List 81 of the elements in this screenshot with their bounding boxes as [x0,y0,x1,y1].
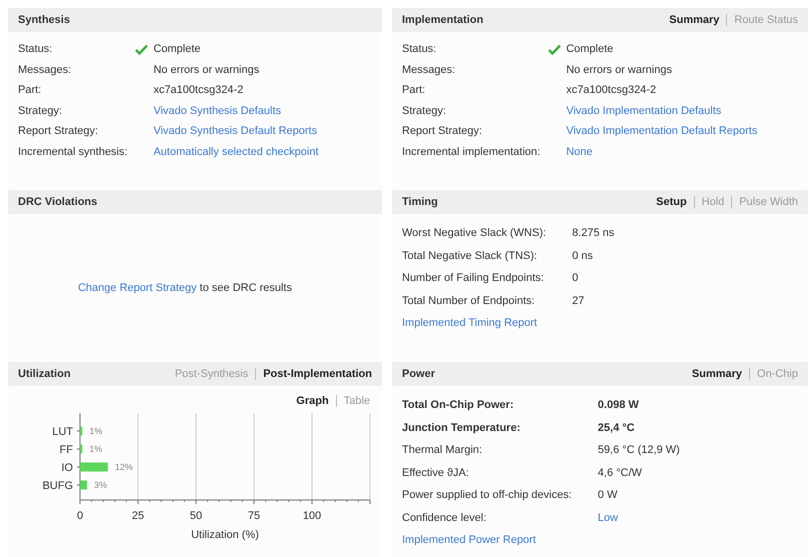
field-label: Power supplied to off-chip devices: [402,488,572,503]
category-label: LUT [52,426,73,438]
field-label: Status: [18,42,54,57]
tab[interactable]: Post-Synthesis [168,368,256,380]
category-label: BUFG [42,480,73,492]
field-label: Strategy: [18,104,64,118]
field-value: No errors or warnings [153,62,260,78]
field-label: Confidence level: [402,510,488,526]
tick-label: 100 [302,510,322,522]
field-label: Incremental implementation: [402,144,540,160]
category-label: FF [60,444,73,456]
check-icon [548,44,562,55]
field-value: No errors or warnings [566,62,673,78]
tick-label: 75 [248,510,260,522]
field-value: 4,6 °C/W [598,466,643,480]
tab[interactable]: Summary [662,14,726,26]
value-link[interactable]: Vivado Synthesis Default Reports [153,121,372,142]
value-link[interactable]: Vivado Implementation Defaults [566,100,798,121]
tab[interactable]: Hold [694,196,732,208]
field-label: Messages: [402,62,456,78]
field-label: Worst Negative Slack (WNS): [402,226,546,241]
strategy-link[interactable]: Change Report Strategy [78,282,197,294]
tick-label: 0 [76,510,84,522]
field-value: 0 [572,271,580,286]
field-value: 59,6 °C (12,9 W) [598,443,681,458]
panel-title: Implementation [402,12,484,28]
report-link[interactable]: Implemented Timing Report [402,317,538,329]
field-label: Total Number of Endpoints: [402,294,536,308]
panel-title: Synthesis [18,12,70,28]
field-value: 0.098 W [598,398,640,413]
tab[interactable]: Pulse Width [731,196,798,208]
field-value: 0 W [598,488,618,503]
tab[interactable]: On-Chip [749,368,798,380]
field-value: 8.275 ns [572,226,616,241]
field-label: Junction Temperature: [402,420,522,436]
value-label: 1% [89,444,102,454]
field-value: 0 ns [572,248,594,264]
value-link[interactable]: Vivado Implementation Default Reports [566,121,798,142]
field-label: Part: [18,83,42,98]
category-label: IO [61,462,73,474]
axis-title: Utilization (%) [191,529,259,541]
field-label: Thermal Margin: [402,443,484,458]
value-label: 1% [89,426,102,436]
tab[interactable]: Route Status [726,14,798,26]
tick-label: 50 [190,510,202,522]
tab[interactable]: Post-Implementation [255,368,372,380]
field-label: Report Strategy: [402,124,484,139]
tick-label: 25 [132,510,144,522]
field-label: Strategy: [402,104,448,118]
panel-title: DRC Violations [18,194,98,210]
field-value: xc7a100tcsg324-2 [566,83,658,98]
field-label: Part: [402,83,426,98]
value-link[interactable]: Automatically selected checkpoint [153,142,372,162]
field-label: Messages: [18,62,72,78]
panel-title: Utilization [18,366,71,382]
status-value: Complete [153,39,372,60]
tab[interactable]: Summary [684,368,750,380]
view-tab[interactable]: Table [336,395,370,407]
hint-text: Change Report Strategy to see DRC results [78,280,292,296]
field-label: Incremental synthesis: [18,144,128,160]
field-label: Effective ϑJA: [402,466,470,480]
value-link[interactable]: Low [598,508,798,528]
value-link[interactable]: None [566,142,798,162]
panel-title: Power [402,366,436,382]
tab[interactable]: Setup [649,196,694,208]
field-label: Total Negative Slack (TNS): [402,248,538,264]
field-value: 27 [572,294,586,308]
view-tab[interactable]: Graph [289,395,336,407]
check-icon [135,44,148,55]
field-label: Total On-Chip Power: [402,398,515,413]
field-label: Status: [402,42,438,57]
field-label: Number of Failing Endpoints: [402,271,545,286]
field-value: xc7a100tcsg324-2 [153,83,244,98]
field-label: Report Strategy: [18,124,100,139]
value-link[interactable]: Vivado Synthesis Defaults [153,100,372,121]
panel-title: Timing [402,194,438,210]
value-label: 3% [94,480,107,490]
field-value: 25,4 °C [598,420,636,436]
value-label: 12% [114,462,133,472]
report-link[interactable]: Implemented Power Report [402,534,536,546]
status-value: Complete [566,39,798,60]
